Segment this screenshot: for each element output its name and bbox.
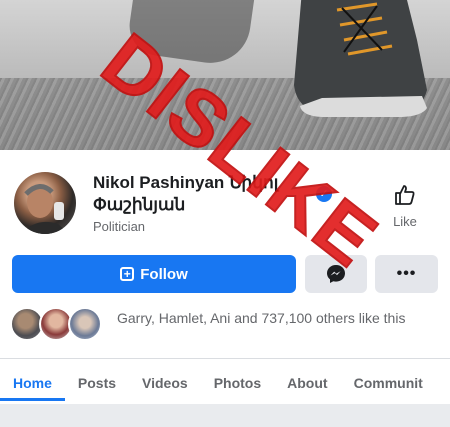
page-title[interactable]: Nikol Pashinyan Նիկոլ Փաշինյան — [93, 172, 393, 216]
tab-posts[interactable]: Posts — [65, 368, 129, 401]
profile-avatar[interactable] — [12, 170, 78, 236]
feed-background — [0, 404, 450, 427]
tab-home[interactable]: Home — [0, 368, 65, 401]
cover-shoe-right — [294, 0, 427, 117]
cover-shoe-left — [125, 0, 255, 69]
tab-photos[interactable]: Photos — [201, 368, 274, 401]
verified-badge-icon: ✓ — [316, 186, 332, 202]
tab-about[interactable]: About — [274, 368, 340, 401]
message-button[interactable] — [305, 255, 367, 293]
divider — [0, 358, 450, 359]
messenger-icon — [327, 265, 345, 283]
friend-avatar[interactable] — [68, 307, 102, 341]
page-category[interactable]: Politician — [93, 219, 145, 234]
like-label: Like — [393, 214, 417, 229]
tab-videos[interactable]: Videos — [129, 368, 201, 401]
page-title-line1: Nikol Pashinyan Նիկոլ — [93, 173, 279, 192]
more-options-button[interactable]: ••• — [375, 255, 438, 293]
thumbs-up-icon — [395, 185, 415, 205]
page-title-line2: Փաշինյան — [93, 195, 186, 214]
follow-button[interactable]: + Follow — [12, 255, 296, 293]
follow-label: Follow — [140, 265, 188, 283]
friends-like-text[interactable]: Garry, Hamlet, Ani and 737,100 others li… — [117, 309, 427, 327]
like-page-button[interactable]: Like — [380, 183, 430, 229]
page-tabs: Home Posts Videos Photos About Communit — [0, 368, 450, 408]
friend-avatars[interactable] — [10, 307, 105, 343]
cover-photo[interactable] — [0, 0, 450, 150]
tab-community[interactable]: Communit — [341, 368, 436, 401]
follow-icon: + — [120, 267, 135, 281]
more-icon: ••• — [396, 265, 417, 282]
